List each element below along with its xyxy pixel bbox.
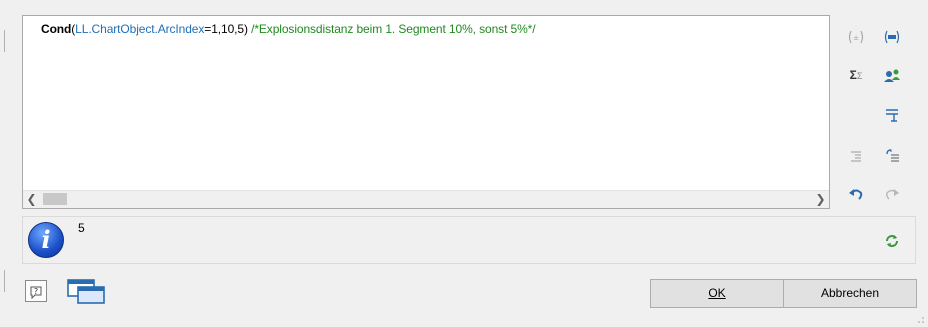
info-icon: i (28, 222, 64, 258)
result-panel: i 5 (22, 216, 916, 264)
svg-text:?: ? (34, 287, 38, 296)
users-icon[interactable] (880, 64, 904, 86)
formula-comment: /*Explosionsdistanz beim 1. Segment 10%,… (251, 22, 536, 36)
refresh-icon[interactable] (880, 229, 904, 251)
insert-field-icon[interactable] (880, 25, 904, 47)
sum-function-icon[interactable]: ΣΣ (844, 64, 868, 86)
redo-icon[interactable] (880, 182, 904, 204)
scroll-thumb[interactable] (43, 193, 67, 205)
ok-label: OK (708, 286, 726, 300)
undo-icon[interactable] (844, 182, 868, 204)
result-value: 5 (78, 221, 85, 235)
ok-button[interactable]: OK (650, 279, 784, 308)
filter-wrap-icon[interactable] (880, 103, 904, 125)
left-window-edge (0, 0, 10, 327)
formula-editor[interactable]: Cond(LL.ChartObject.ArcIndex=1,10,5) /*E… (22, 15, 830, 209)
bracket-expression-icon[interactable]: ± (844, 25, 868, 47)
window-mode-icon[interactable] (64, 276, 110, 306)
indent-icon[interactable] (844, 144, 868, 166)
help-button[interactable]: ? (25, 280, 47, 302)
sum-symbol: Σ (849, 68, 857, 82)
horizontal-scrollbar[interactable]: ❮ ❯ (23, 190, 829, 208)
formula-arguments: =1,10,5) (204, 22, 248, 36)
edge-mark (4, 270, 5, 292)
svg-text:±: ± (853, 34, 859, 42)
help-icon: ? (30, 286, 42, 300)
scroll-right-icon[interactable]: ❯ (812, 191, 829, 208)
function-name: Cond (41, 22, 72, 36)
field-reference: LL.ChartObject.ArcIndex (75, 22, 205, 36)
formula-line[interactable]: Cond(LL.ChartObject.ArcIndex=1,10,5) /*E… (41, 22, 536, 36)
reformat-icon[interactable] (880, 144, 904, 166)
edge-mark (4, 30, 5, 52)
scroll-left-icon[interactable]: ❮ (23, 191, 40, 208)
cancel-button[interactable]: Abbrechen (783, 279, 917, 308)
resize-grip-icon[interactable] (917, 316, 925, 324)
